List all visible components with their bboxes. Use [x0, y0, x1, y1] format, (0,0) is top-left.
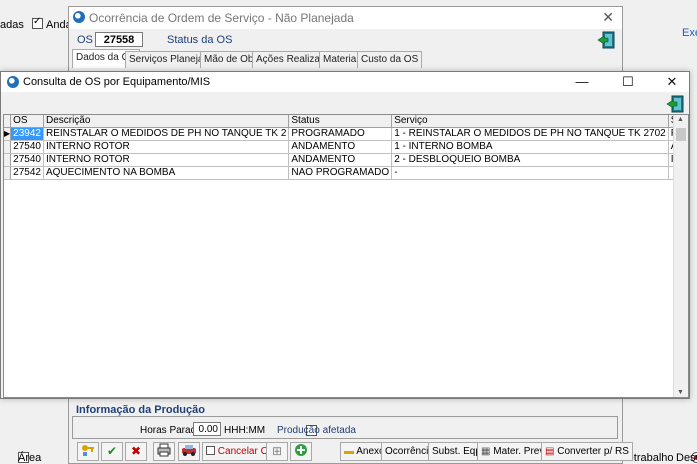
close-button[interactable]: ✕	[657, 73, 687, 91]
exit-door-icon[interactable]	[597, 31, 615, 49]
folder-icon: ▬	[344, 446, 354, 457]
tab-custo-da-os[interactable]: Custo da OS	[357, 51, 423, 68]
time-format-label: HHH:MM	[224, 425, 266, 436]
car-icon	[182, 445, 196, 456]
table-row[interactable]: 27542 AQUECIMENTO NA BOMBA NÃO PROGRAMAD…	[4, 166, 688, 180]
os-results-grid[interactable]: OS Descrição Status Serviço Status Servi…	[3, 114, 689, 398]
cell-os[interactable]: 27542	[10, 166, 44, 180]
deviation-label: Desvio	[676, 452, 697, 464]
cell-status[interactable]: NÃO PROGRAMADO	[288, 166, 393, 180]
cell-os[interactable]: 23942	[10, 127, 44, 141]
table-row[interactable]: 27540 INTERNO ROTOR ANDAMENTO 1 - INTERN…	[4, 140, 688, 154]
area-label: Área	[18, 452, 42, 464]
print-button[interactable]	[153, 442, 175, 461]
background-checkbox[interactable]	[32, 16, 43, 29]
row-indicator-icon: ▶	[4, 127, 12, 141]
column-header-descricao[interactable]: Descrição	[43, 115, 290, 128]
plus-circle-icon	[295, 444, 307, 456]
maximize-button[interactable]: ☐	[613, 73, 643, 91]
column-header-servico[interactable]: Serviço	[391, 115, 669, 128]
background-left-text: adas	[0, 19, 24, 31]
row-indicator	[4, 153, 12, 167]
cell-status[interactable]: PROGRAMADO	[288, 127, 393, 141]
cell-descricao[interactable]: INTERNO ROTOR	[43, 153, 290, 167]
os-results-table: OS Descrição Status Serviço Status Servi…	[4, 115, 688, 180]
occurrence-close-icon[interactable]: ✕	[602, 9, 614, 26]
equipment-button[interactable]	[178, 442, 200, 461]
cell-os[interactable]: 27540	[10, 153, 44, 167]
os-lookup-dialog: Consulta de OS por Equipamento/MIS — ☐ ✕…	[0, 71, 690, 399]
occurrence-title: Ocorrência de Ordem de Serviço - Não Pla…	[89, 11, 354, 25]
column-header-os[interactable]: OS	[10, 115, 44, 128]
x-icon: ✖	[130, 444, 142, 458]
production-info-title: Informação da Produção	[76, 404, 205, 416]
scroll-down-icon[interactable]: ▼	[677, 389, 684, 396]
scroll-thumb[interactable]	[676, 128, 686, 141]
occurrence-title-bar: Ocorrência de Ordem de Serviço - Não Pla…	[69, 7, 622, 29]
affected-production-label: Produção afetada	[277, 425, 356, 436]
grid-header-row: OS Descrição Status Serviço Status Servi…	[4, 115, 688, 128]
cell-servico[interactable]: 2 - DESBLOQUEIO BOMBA	[391, 153, 669, 167]
column-header-status[interactable]: Status	[288, 115, 393, 128]
dialog-title: Consulta de OS por Equipamento/MIS	[23, 76, 211, 88]
cell-servico[interactable]: -	[391, 166, 669, 180]
app-logo-icon	[73, 11, 85, 23]
exit-door-icon[interactable]	[666, 95, 684, 113]
os-status-label: Status da OS	[167, 34, 233, 46]
table-row[interactable]: ▶ 23942 REINSTALAR O MEDIDOS DE PH NO TA…	[4, 127, 688, 141]
row-indicator	[4, 140, 12, 154]
cell-servico[interactable]: 1 - REINSTALAR O MEDIDOS DE PH NO TANQUE…	[391, 127, 669, 141]
cell-servico[interactable]: 1 - INTERNO BOMBA	[391, 140, 669, 154]
key-icon	[82, 445, 94, 456]
cancel-os-checkbox[interactable]	[206, 446, 215, 455]
vertical-scrollbar[interactable]: ▲ ▼	[673, 115, 688, 397]
key-tool-button[interactable]	[77, 442, 99, 461]
row-indicator	[4, 166, 12, 180]
app-logo-icon	[7, 76, 19, 88]
background-exec-link[interactable]: Exec	[682, 27, 697, 39]
cell-descricao[interactable]: INTERNO ROTOR	[43, 140, 290, 154]
printer-icon	[157, 443, 171, 457]
materials-icon: ▦	[481, 446, 491, 457]
dialog-title-bar: Consulta de OS por Equipamento/MIS — ☐ ✕	[1, 72, 689, 92]
cell-status[interactable]: ANDAMENTO	[288, 153, 393, 167]
confirm-button[interactable]: ✔	[101, 442, 123, 461]
stopped-hours-input[interactable]: 0.00	[193, 422, 221, 436]
add-button[interactable]	[290, 442, 312, 461]
os-label: OS	[77, 34, 93, 46]
check-icon: ✔	[106, 444, 118, 458]
os-number-field[interactable]: 27558	[95, 32, 143, 47]
convert-rs-label: Converter p/ RS	[557, 446, 629, 457]
convert-icon: ▤	[545, 446, 555, 457]
grid-icon: ⊞	[271, 444, 283, 458]
grid-tool-button[interactable]: ⊞	[266, 442, 288, 461]
convert-rs-button[interactable]: ▤ Converter p/ RS	[541, 442, 633, 461]
minimize-button[interactable]: —	[567, 73, 597, 91]
table-row[interactable]: 27540 INTERNO ROTOR ANDAMENTO 2 - DESBLO…	[4, 153, 688, 167]
cell-status[interactable]: ANDAMENTO	[288, 140, 393, 154]
scroll-up-icon[interactable]: ▲	[677, 116, 684, 123]
grid-corner-header	[4, 115, 12, 128]
cell-os[interactable]: 27540	[10, 140, 44, 154]
delete-button[interactable]: ✖	[125, 442, 147, 461]
cell-descricao[interactable]: REINSTALAR O MEDIDOS DE PH NO TANQUE TK …	[43, 127, 290, 141]
cell-descricao[interactable]: AQUECIMENTO NA BOMBA	[43, 166, 290, 180]
